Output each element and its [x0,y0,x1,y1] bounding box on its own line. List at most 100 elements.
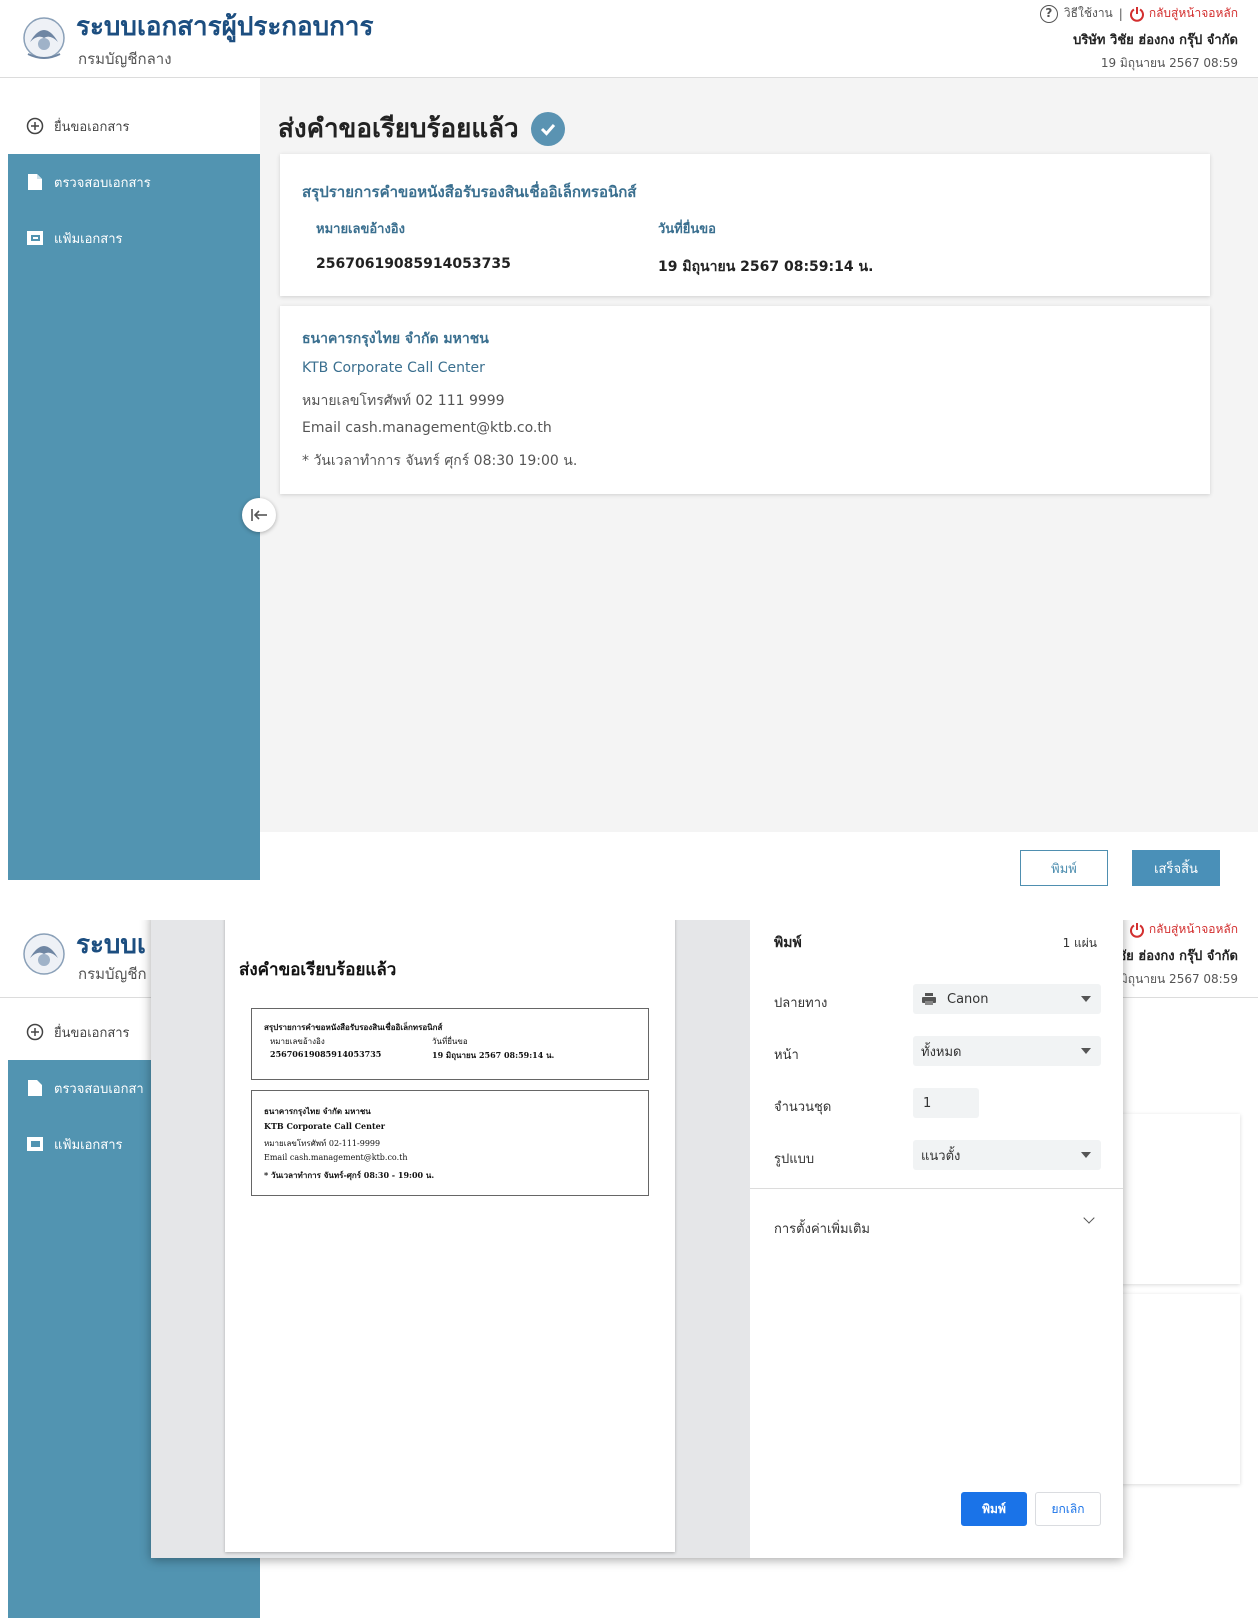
header-datetime-partial: 9 มิถุนายน 2567 08:59 [1108,972,1238,986]
date-label: วันที่ยื่นขอ [658,222,716,237]
bank-card: ธนาคารกรุงไทย จำกัด มหาชน KTB Corporate … [280,306,1210,494]
sidebar-item-request[interactable]: ยื่นขอเอกสาร [8,98,260,154]
home-link-label: กลับสู่หน้าจอหลัก [1148,6,1238,20]
preview-email: Email cash.management@ktb.co.th [264,1153,408,1162]
help-icon[interactable]: ? [1039,4,1058,23]
app-header: ระบบเอกสารผู้ประกอบการ กรมบัญชีกลาง ? วิ… [0,0,1258,78]
sidebar: ยื่นขอเอกสาร ตรวจสอบเอกสาร แฟ้มเอกสาร [8,98,260,880]
summary-title: สรุปรายการคำขอหนังสือรับรองสินเชื่ออิเล็… [302,183,637,201]
company-name-partial: วิชัย ฮ่องกง กรุ๊ป จำกัด [1110,949,1238,964]
main-content: ส่งคำขอเรียบร้อยแล้ว สรุปรายการคำขอหนังส… [260,78,1258,832]
print-preview-page: ส่งคำขอเรียบร้อยแล้ว สรุปรายการคำขอหนังส… [225,920,675,1552]
company-name: บริษัท วิชัย ฮ่องกง กรุ๊ป จำกัด [1073,33,1238,48]
header-links: ? วิธีใช้งาน | กลับสู่หน้าจอหลัก [1039,4,1238,23]
bank-name: ธนาคารกรุงไทย จำกัด มหาชน [302,331,489,347]
print-button[interactable]: พิมพ์ [1020,850,1108,886]
pages-select[interactable]: ทั้งหมด [913,1036,1101,1066]
bank-email: Email cash.management@ktb.co.th [302,420,552,436]
page-title-text: ส่งคำขอเรียบร้อยแล้ว [278,114,519,144]
preview-call-center: KTB Corporate Call Center [264,1121,385,1131]
header-user-info: ? วิธีใช้งาน | กลับสู่หน้าจอหลัก บริษัท … [1039,4,1238,73]
app-title-partial: ระบบเ [76,930,146,960]
sheet-count: 1 แผ่น [1062,936,1097,950]
sidebar-item-label: แฟ้มเอกสาร [54,1137,123,1153]
power-icon [1129,922,1144,938]
plus-circle-icon [26,1023,44,1041]
plus-circle-icon [26,117,44,135]
destination-label: ปลายทาง [774,996,828,1011]
app-title: ระบบเอกสารผู้ประกอบการ [76,12,374,42]
folder-icon [26,229,44,247]
sidebar-item-label: ตรวจสอบเอกสาร [54,175,151,191]
print-settings-panel: พิมพ์ 1 แผ่น ปลายทาง Canon หน้า ทั้งหมด … [750,920,1123,1558]
preview-ref-label: หมายเลขอ้างอิง [270,1037,325,1046]
emblem-logo-icon [23,17,65,59]
home-link[interactable]: กลับสู่หน้าจอหลัก [1129,920,1238,939]
copies-input[interactable]: 1 [913,1088,979,1118]
help-link[interactable]: วิธีใช้งาน [1064,4,1113,23]
preview-summary-title: สรุปรายการคำขอหนังสือรับรองสินเชื่ออิเล็… [264,1022,443,1032]
confirmation-screen: ระบบเอกสารผู้ประกอบการ กรมบัญชีกลาง ? วิ… [0,0,1258,910]
sidebar-item-label: แฟ้มเอกสาร [54,231,123,247]
header-separator: | [1118,6,1123,21]
layout-value: แนวตั้ง [921,1148,961,1164]
dialog-print-button[interactable]: พิมพ์ [961,1492,1027,1526]
pages-label: หน้า [774,1048,799,1063]
settings-divider [750,1188,1123,1189]
ref-value: 25670619085914053735 [316,256,511,272]
preview-date-label: วันที่ยื่นขอ [432,1037,468,1046]
page-title: ส่งคำขอเรียบร้อยแล้ว [278,108,565,149]
home-link[interactable]: กลับสู่หน้าจอหลัก [1129,4,1238,23]
preview-ref-value: 25670619085914053735 [270,1049,382,1059]
call-center: KTB Corporate Call Center [302,360,485,376]
done-button[interactable]: เสร็จสิ้น [1132,850,1220,886]
preview-bank-name: ธนาคารกรุงไทย จำกัด มหาชน [264,1106,371,1116]
bank-hours: * วันเวลาทำการ จันทร์ ศุกร์ 08:30 19:00 … [302,453,578,469]
printer-icon [922,993,936,1005]
sidebar-item-label-partial: ตรวจสอบเอกสา [54,1081,144,1097]
header-datetime: 19 มิถุนายน 2567 08:59 [1100,56,1238,70]
preview-title: ส่งคำขอเรียบร้อยแล้ว [239,960,397,980]
print-dialog: ส่งคำขอเรียบร้อยแล้ว สรุปรายการคำขอหนังส… [151,920,1123,1558]
date-value: 19 มิถุนายน 2567 08:59:14 น. [658,259,874,275]
app-subtitle: กรมบัญชีกลาง [78,50,172,68]
folder-icon [26,1135,44,1153]
collapse-arrow-icon [251,509,267,521]
power-icon [1129,6,1144,22]
document-icon [26,1079,44,1097]
print-dialog-screen: ระบบเ กรมบัญชีก กลับสู่หน้าจอหลัก วิชัย … [0,920,1258,1618]
sidebar-item-label: ยื่นขอเอกสาร [54,119,130,135]
preview-date-value: 19 มิถุนายน 2567 08:59:14 น. [432,1050,555,1060]
layout-select[interactable]: แนวตั้ง [913,1140,1101,1170]
check-circle-icon [530,111,565,146]
ref-label: หมายเลขอ้างอิง [316,222,405,237]
chevron-down-icon [1081,1048,1091,1054]
preview-bank-box: ธนาคารกรุงไทย จำกัด มหาชน KTB Corporate … [251,1090,649,1196]
home-link-label: กลับสู่หน้าจอหลัก [1148,922,1238,936]
sidebar-item-check[interactable]: ตรวจสอบเอกสาร [8,154,260,210]
layout-label: รูปแบบ [774,1152,815,1167]
emblem-logo-icon [23,933,65,975]
document-icon [26,173,44,191]
action-bar: พิมพ์ เสร็จสิ้น [260,832,1258,910]
bank-phone: หมายเลขโทรศัพท์ 02 111 9999 [302,393,505,409]
destination-select[interactable]: Canon [913,984,1101,1014]
sidebar-item-label: ยื่นขอเอกสาร [54,1025,130,1041]
preview-phone: หมายเลขโทรศัพท์ 02-111-9999 [264,1139,381,1148]
preview-hours: * วันเวลาทำการ จันทร์-ศุกร์ 08:30 - 19:0… [264,1170,435,1180]
destination-value: Canon [947,991,989,1007]
dialog-cancel-button[interactable]: ยกเลิก [1035,1492,1101,1526]
preview-summary-box: สรุปรายการคำขอหนังสือรับรองสินเชื่ออิเล็… [251,1008,649,1080]
sidebar-item-folder[interactable]: แฟ้มเอกสาร [8,210,260,266]
copies-label: จำนวนชุด [774,1100,832,1115]
chevron-down-icon [1081,996,1091,1002]
collapse-sidebar-button[interactable] [242,498,276,532]
header-links: กลับสู่หน้าจอหลัก [1108,920,1238,939]
pages-value: ทั้งหมด [921,1044,962,1060]
app-subtitle-partial: กรมบัญชีก [78,965,147,983]
chevron-down-icon [1081,1152,1091,1158]
chevron-down-icon[interactable] [1083,1212,1095,1224]
summary-card: สรุปรายการคำขอหนังสือรับรองสินเชื่ออิเล็… [280,154,1210,296]
more-settings-toggle[interactable]: การตั้งค่าเพิ่มเติม [774,1218,870,1239]
print-dialog-title: พิมพ์ [774,935,802,951]
